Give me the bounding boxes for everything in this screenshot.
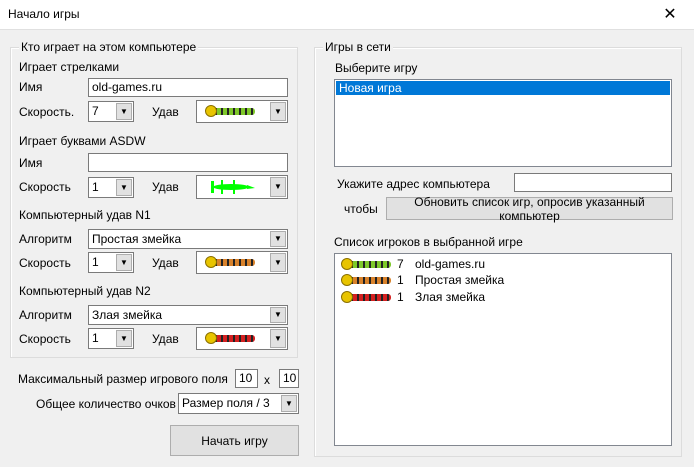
snake-icon — [341, 274, 391, 286]
cpu2-speed-label: Скорость — [19, 332, 71, 346]
cpu1-speed-label: Скорость — [19, 256, 71, 270]
field-x-label: x — [264, 373, 270, 387]
arrows-heading: Играет стрелками — [19, 60, 120, 74]
chevron-down-icon[interactable]: ▼ — [116, 179, 132, 196]
chevron-down-icon[interactable]: ▼ — [116, 254, 132, 271]
asdw-snake-select[interactable]: ▼ — [196, 175, 288, 199]
cpu2-algo-select[interactable]: Злая змейка ▼ — [88, 305, 288, 325]
lizard-icon — [205, 179, 255, 195]
cpu1-speed-value: 1 — [92, 255, 99, 269]
cpu2-algo-value: Злая змейка — [92, 308, 163, 322]
player-speed: 7 — [397, 257, 404, 271]
game-item[interactable]: Новая игра — [336, 81, 670, 95]
cpu1-algo-label: Алгоритм — [19, 232, 72, 246]
score-select[interactable]: Размер поля / 3 ▼ — [178, 393, 299, 414]
cpu1-algo-value: Простая змейка — [92, 232, 182, 246]
local-group-title: Кто играет на этом компьютере — [19, 40, 199, 54]
field-width-input[interactable]: 10 — [235, 369, 258, 388]
player-name: Злая змейка — [415, 290, 486, 304]
asdw-snake-label: Удав — [152, 180, 179, 194]
close-icon[interactable]: ✕ — [650, 2, 690, 28]
cpu1-snake-label: Удав — [152, 256, 179, 270]
title-bar: Начало игры ✕ — [0, 0, 694, 30]
chevron-down-icon[interactable]: ▼ — [270, 102, 286, 121]
player-speed: 1 — [397, 290, 404, 304]
player-speed: 1 — [397, 273, 404, 287]
arrows-snake-select[interactable]: ▼ — [196, 100, 288, 123]
start-game-button[interactable]: Начать игру — [170, 425, 299, 456]
snake-icon — [341, 291, 391, 303]
chevron-down-icon[interactable]: ▼ — [116, 103, 132, 120]
arrows-snake-label: Удав — [152, 105, 179, 119]
chevron-down-icon[interactable]: ▼ — [281, 395, 297, 412]
snake-icon — [205, 332, 255, 344]
asdw-name-input[interactable] — [88, 153, 288, 172]
cpu2-snake-select[interactable]: ▼ — [196, 327, 288, 350]
snake-icon — [205, 256, 255, 268]
chevron-down-icon[interactable]: ▼ — [270, 307, 286, 323]
so-label: чтобы — [344, 202, 378, 216]
choose-game-label: Выберите игру — [335, 61, 418, 75]
snake-icon — [341, 258, 391, 270]
player-row[interactable]: 1 Злая змейка — [339, 290, 659, 306]
chevron-down-icon[interactable]: ▼ — [270, 231, 286, 247]
games-list[interactable]: Новая игра — [334, 79, 672, 167]
chevron-down-icon[interactable]: ▼ — [116, 330, 132, 347]
asdw-speed-value: 1 — [92, 180, 99, 194]
player-name: old-games.ru — [415, 257, 486, 271]
player-name: Простая змейка — [415, 273, 505, 287]
cpu1-algo-select[interactable]: Простая змейка ▼ — [88, 229, 288, 249]
cpu2-speed-value: 1 — [92, 331, 99, 345]
cpu1-heading: Компьютерный удав N1 — [19, 208, 151, 222]
snake-icon — [205, 105, 255, 117]
refresh-games-button[interactable]: Обновить список игр, опросив указанный к… — [386, 195, 673, 223]
cpu2-heading: Компьютерный удав N2 — [19, 284, 151, 298]
asdw-speed-label: Скорость — [19, 180, 71, 194]
players-label: Список игроков в выбранной игре — [334, 235, 523, 249]
players-list[interactable]: 7 old-games.ru 1 Простая змейка 1 Злая змей… — [334, 253, 672, 446]
cpu2-speed-select[interactable]: 1 ▼ — [88, 328, 134, 349]
arrows-speed-select[interactable]: 7 ▼ — [88, 101, 134, 122]
address-input[interactable] — [514, 173, 672, 192]
chevron-down-icon[interactable]: ▼ — [270, 329, 286, 348]
address-label: Укажите адрес компьютера — [337, 177, 490, 191]
asdw-speed-select[interactable]: 1 ▼ — [88, 177, 134, 198]
arrows-name-input[interactable]: old-games.ru — [88, 78, 288, 97]
player-row[interactable]: 7 old-games.ru — [339, 257, 659, 273]
score-value: Размер поля / 3 — [182, 396, 270, 410]
window-title: Начало игры — [8, 7, 80, 21]
cpu1-snake-select[interactable]: ▼ — [196, 251, 288, 274]
arrows-speed-value: 7 — [92, 104, 99, 118]
chevron-down-icon[interactable]: ▼ — [270, 253, 286, 272]
arrows-name-label: Имя — [19, 80, 43, 94]
score-label: Общее количество очков — [36, 397, 176, 411]
network-group-title: Игры в сети — [323, 40, 393, 54]
field-size-label: Максимальный размер игрового поля — [18, 372, 228, 386]
cpu2-algo-label: Алгоритм — [19, 308, 72, 322]
player-row[interactable]: 1 Простая змейка — [339, 273, 659, 289]
field-height-input[interactable]: 10 — [279, 369, 299, 388]
cpu2-snake-label: Удав — [152, 332, 179, 346]
asdw-name-label: Имя — [19, 156, 43, 170]
chevron-down-icon[interactable]: ▼ — [270, 177, 286, 197]
asdw-heading: Играет буквами ASDW — [19, 134, 146, 148]
arrows-speed-label: Скорость. — [19, 105, 75, 119]
cpu1-speed-select[interactable]: 1 ▼ — [88, 252, 134, 273]
